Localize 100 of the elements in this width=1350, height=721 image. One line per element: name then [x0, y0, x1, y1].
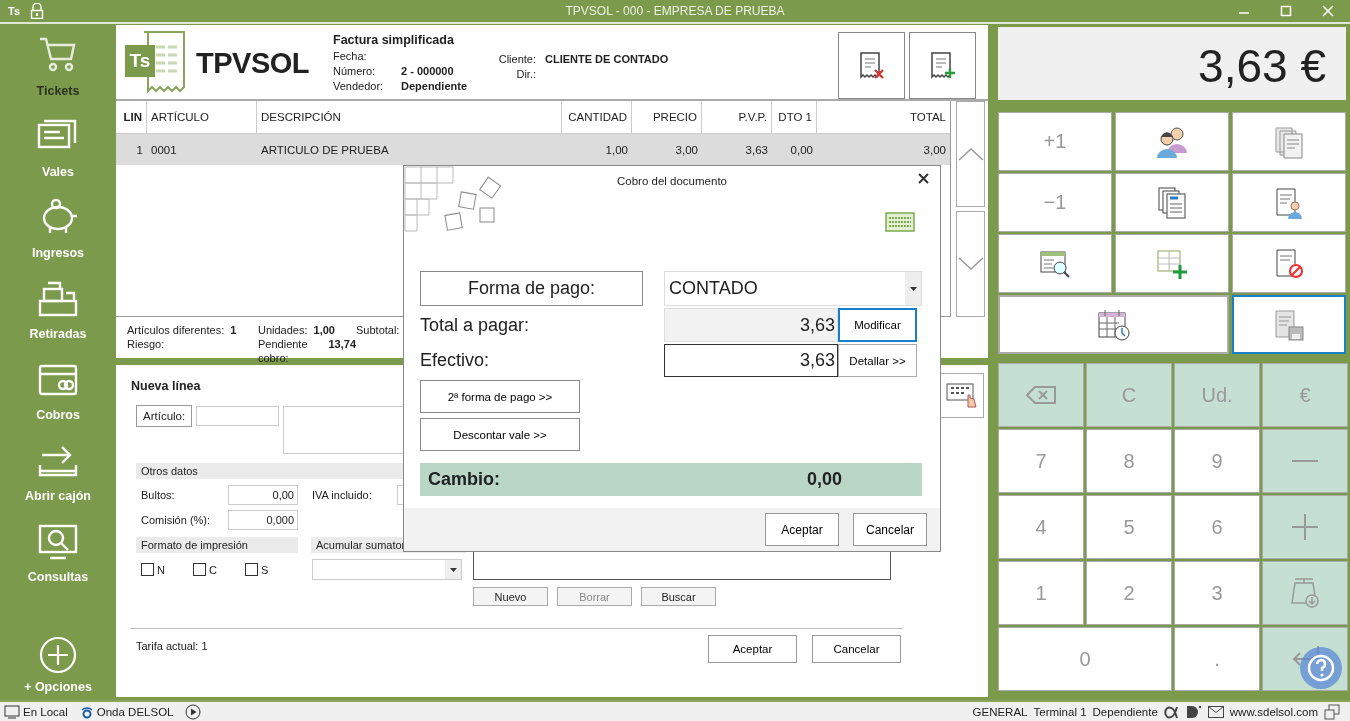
sidebar-item[interactable]: Abrir cajón: [8, 441, 108, 522]
cancel-button[interactable]: Cancelar: [853, 513, 927, 546]
cash-register-icon: [36, 279, 80, 319]
checkbox-label: N: [157, 563, 165, 576]
checkbox[interactable]: [141, 563, 154, 576]
summary-label: Pendiente cobro:: [258, 337, 309, 365]
checkbox[interactable]: [193, 563, 206, 576]
receipt-add-icon: [928, 50, 957, 81]
column-header: DTO 1: [772, 101, 817, 133]
sidebar-item[interactable]: Ingresos: [8, 198, 108, 279]
keypad-key[interactable]: 0: [998, 627, 1172, 691]
caret-icon: [909, 286, 917, 291]
field-value: Dependiente: [401, 79, 467, 94]
action-button[interactable]: [1232, 173, 1346, 232]
accumulate-dropdown[interactable]: [312, 559, 462, 580]
sidebar-item[interactable]: Consultas: [8, 522, 108, 603]
action-button[interactable]: −1: [998, 173, 1112, 232]
sidebar-item[interactable]: Retiradas: [8, 279, 108, 360]
keypad-key[interactable]: 9: [1174, 429, 1260, 493]
action-button[interactable]: [998, 234, 1112, 293]
action-button[interactable]: [1115, 234, 1229, 293]
action-button[interactable]: [998, 295, 1229, 354]
action-button[interactable]: +1: [998, 112, 1112, 171]
field-value: CLIENTE DE CONTADO: [545, 52, 669, 67]
accept-button[interactable]: Aceptar: [708, 635, 797, 663]
cash-label: Efectivo:: [420, 349, 491, 372]
sidebar-item[interactable]: Tickets: [8, 36, 108, 117]
keypad-key[interactable]: 2: [1086, 561, 1172, 625]
summary-label: Riesgo:: [127, 337, 165, 351]
cash-field[interactable]: 3,63: [664, 344, 838, 377]
checkbox[interactable]: [245, 563, 258, 576]
help-icon[interactable]: [1300, 647, 1342, 689]
column-header: LIN: [116, 101, 147, 133]
keypad-key[interactable]: 8: [1086, 429, 1172, 493]
keypad-key[interactable]: [1262, 495, 1348, 559]
detail-button[interactable]: Detallar >>: [838, 344, 917, 377]
table-cell-text: 1,00: [604, 143, 629, 156]
status-text: Terminal 1: [1033, 705, 1087, 718]
total-field: 3,63: [664, 308, 838, 342]
maximize-icon[interactable]: [1280, 5, 1292, 17]
checkbox-label: S: [261, 563, 269, 576]
keypad-key[interactable]: C: [1086, 363, 1172, 427]
action-button[interactable]: [1115, 112, 1229, 171]
form-button[interactable]: Buscar: [641, 587, 716, 606]
keypad-key[interactable]: [1262, 429, 1348, 493]
action-button[interactable]: [1232, 112, 1346, 171]
summary-label: Artículos diferentes:: [127, 323, 225, 337]
commission-field[interactable]: 0,000: [228, 509, 298, 530]
checkbox-label: C: [209, 563, 217, 576]
modify-button[interactable]: Modificar: [838, 308, 917, 342]
cancel-button[interactable]: Cancelar: [812, 635, 901, 663]
keypad-key[interactable]: 3: [1174, 561, 1260, 625]
keypad-key[interactable]: 1: [998, 561, 1084, 625]
voucher-button[interactable]: Descontar vale >>: [420, 418, 580, 451]
packages-field[interactable]: 0,00: [228, 484, 298, 505]
add-icon[interactable]: [39, 636, 77, 674]
window-title: TPVSOL - 000 - EMPRESA DE PRUEBA: [564, 4, 786, 18]
keypad-key[interactable]: Ud.: [1174, 363, 1260, 427]
people-icon: [1155, 124, 1189, 159]
table-cell-text: 0,00: [789, 143, 814, 156]
action-button[interactable]: [1115, 173, 1229, 232]
keypad-key[interactable]: 7: [998, 429, 1084, 493]
mail-icon[interactable]: [1207, 705, 1224, 718]
close-icon[interactable]: [918, 173, 929, 184]
new-ticket-button[interactable]: [909, 32, 976, 99]
table-cell-text: 3,00: [922, 143, 947, 156]
windows-icon[interactable]: [1324, 703, 1340, 720]
sidebar-item[interactable]: Cobros: [8, 360, 108, 441]
options-button[interactable]: + Opciones: [24, 680, 92, 694]
keypad-key[interactable]: .: [1174, 627, 1260, 691]
scroll-up-button[interactable]: [956, 101, 985, 207]
form-button[interactable]: Nuevo: [473, 587, 548, 606]
sidebar-item[interactable]: Vales: [8, 117, 108, 198]
play-icon[interactable]: [185, 703, 202, 720]
delete-ticket-button[interactable]: [838, 32, 905, 99]
touch-keyboard-button[interactable]: [940, 373, 984, 418]
field-label: Dir.:: [515, 67, 536, 82]
second-payment-button[interactable]: 2ª forma de pago >>: [420, 380, 580, 413]
action-button[interactable]: [1232, 295, 1346, 354]
chevron-up-icon: [957, 147, 984, 161]
keypad-key[interactable]: [1262, 561, 1348, 625]
keypad-key[interactable]: [998, 363, 1084, 427]
summary-value: 1,00: [313, 323, 335, 337]
article-label: Artículo:: [136, 405, 193, 427]
table-row[interactable]: 1 0001 ARTICULO DE PRUEBA 1,00 3,00 3,63 0,00 3,00: [116, 134, 950, 165]
action-button[interactable]: [1232, 234, 1346, 293]
payment-method-dropdown[interactable]: CONTADO: [664, 271, 922, 306]
summary-value: 13,74: [328, 337, 356, 352]
column-header: TOTAL: [909, 110, 947, 125]
accept-button[interactable]: Aceptar: [765, 513, 839, 546]
keypad-key[interactable]: €: [1262, 363, 1348, 427]
article-field[interactable]: [196, 406, 280, 426]
keypad-key[interactable]: 6: [1174, 495, 1260, 559]
alpha-icon: [1163, 704, 1180, 719]
scroll-down-button[interactable]: [956, 211, 985, 317]
keypad-key[interactable]: 5: [1086, 495, 1172, 559]
website-link[interactable]: www.sdelsol.com: [1229, 705, 1318, 718]
keyboard-icon[interactable]: [885, 212, 915, 232]
keypad-key[interactable]: 4: [998, 495, 1084, 559]
plus-icon: [1292, 514, 1318, 540]
